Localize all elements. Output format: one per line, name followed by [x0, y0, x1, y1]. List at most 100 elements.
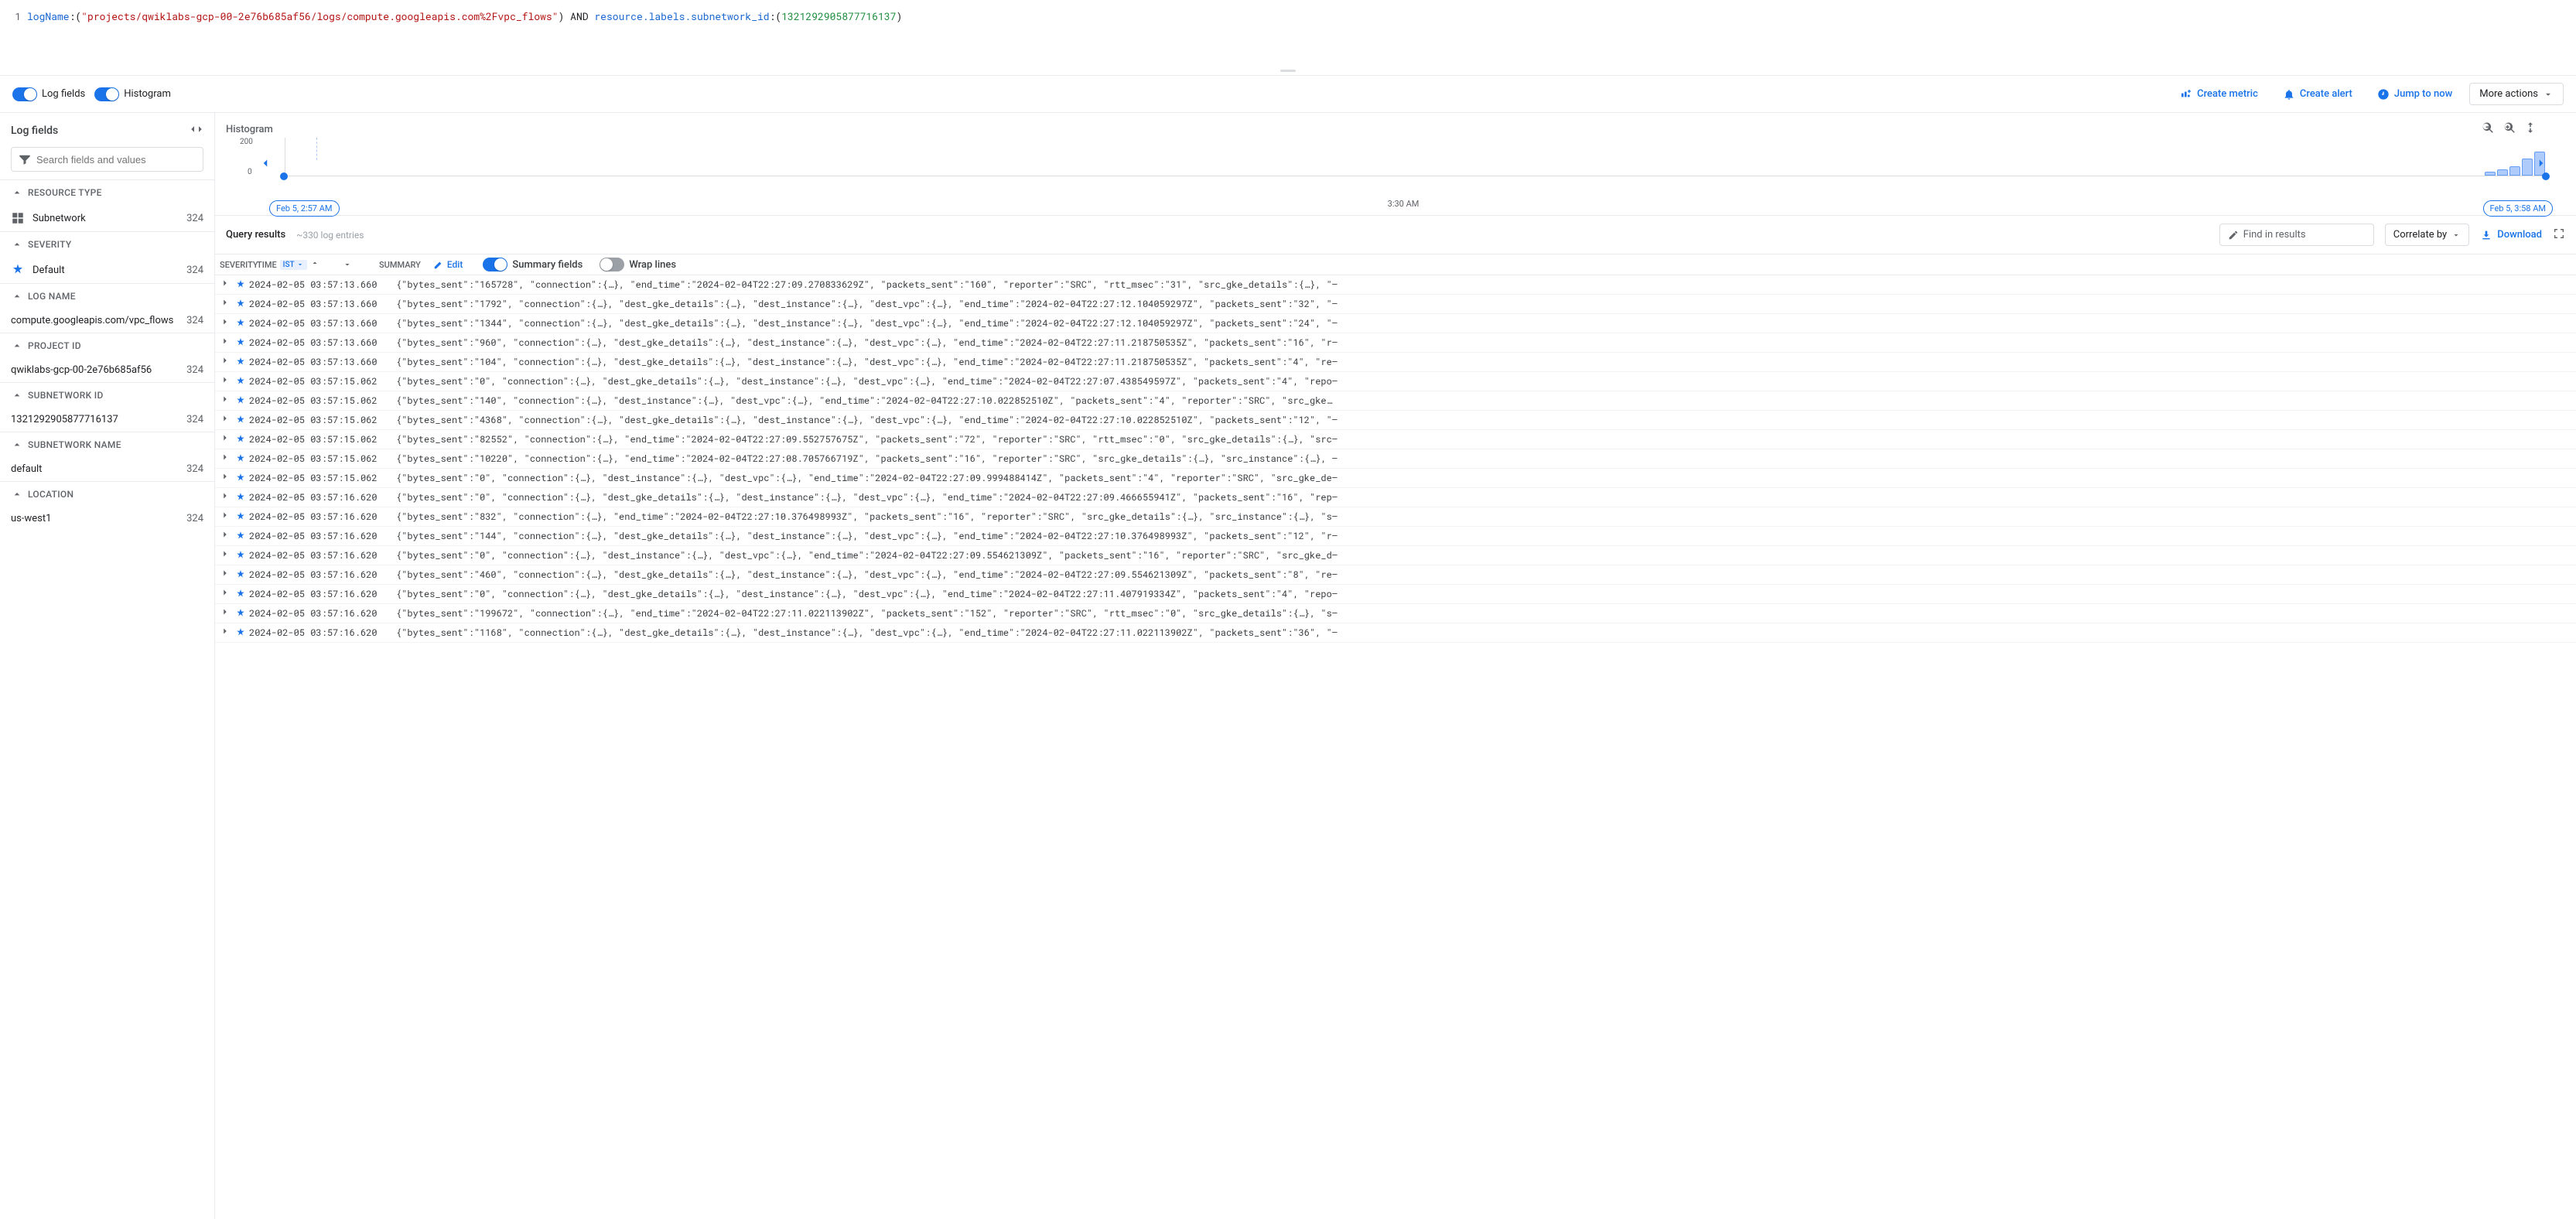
histogram-label: Histogram: [124, 88, 171, 100]
section-header[interactable]: PROJECT ID: [0, 333, 214, 358]
sort-asc-icon[interactable]: [310, 260, 319, 269]
resize-handle[interactable]: [1280, 70, 1296, 72]
log-row[interactable]: 2024-02-05 03:57:13.660{"bytes_sent":"16…: [215, 275, 2576, 295]
search-input[interactable]: [11, 147, 203, 172]
facet-item[interactable]: us-west1324: [0, 507, 214, 531]
histogram-track[interactable]: [285, 138, 2545, 176]
histogram-bar[interactable]: [2485, 172, 2496, 176]
next-range-button[interactable]: [2534, 156, 2548, 173]
expand-row-icon[interactable]: [220, 394, 232, 408]
expand-row-icon[interactable]: [220, 374, 232, 388]
expand-row-icon[interactable]: [220, 452, 232, 466]
severity-icon: [232, 415, 249, 425]
facet-item[interactable]: Default324: [0, 257, 214, 283]
query-text[interactable]: logName:("projects/qwiklabs-gcp-00-2e76b…: [27, 0, 902, 32]
wrap-lines-toggle[interactable]: Wrap lines: [600, 258, 676, 271]
create-metric-button[interactable]: Create metric: [2172, 84, 2266, 105]
col-summary[interactable]: SUMMARY: [379, 260, 421, 270]
create-alert-button[interactable]: Create alert: [2275, 84, 2360, 105]
section-header[interactable]: SUBNETWORK NAME: [0, 432, 214, 457]
section-header[interactable]: LOG NAME: [0, 284, 214, 309]
expand-row-icon[interactable]: [220, 587, 232, 601]
expand-row-icon[interactable]: [220, 297, 232, 311]
section-header[interactable]: LOCATION: [0, 482, 214, 507]
expand-row-icon[interactable]: [220, 490, 232, 504]
expand-row-icon[interactable]: [220, 606, 232, 620]
histogram-bar[interactable]: [2522, 159, 2533, 176]
more-actions-button[interactable]: More actions: [2469, 83, 2564, 105]
search-field[interactable]: [36, 154, 196, 166]
log-row[interactable]: 2024-02-05 03:57:13.660{"bytes_sent":"17…: [215, 295, 2576, 314]
log-row[interactable]: 2024-02-05 03:57:16.620{"bytes_sent":"83…: [215, 507, 2576, 527]
find-in-results[interactable]: Find in results: [2219, 224, 2374, 246]
log-summary: {"bytes_sent":"140", "connection":{…}, "…: [396, 394, 2565, 407]
log-row[interactable]: 2024-02-05 03:57:13.660{"bytes_sent":"96…: [215, 333, 2576, 353]
log-row[interactable]: 2024-02-05 03:57:15.062{"bytes_sent":"82…: [215, 430, 2576, 449]
log-row[interactable]: 2024-02-05 03:57:15.062{"bytes_sent":"14…: [215, 391, 2576, 411]
histogram-bar[interactable]: [2497, 169, 2508, 176]
histogram-bar[interactable]: [2509, 166, 2520, 176]
section-header[interactable]: SUBNETWORK ID: [0, 383, 214, 408]
facet-item[interactable]: compute.googleapis.com/vpc_flows324: [0, 309, 214, 333]
results-title: Query results: [226, 229, 285, 241]
expand-row-icon[interactable]: [220, 510, 232, 524]
log-row[interactable]: 2024-02-05 03:57:16.620{"bytes_sent":"14…: [215, 527, 2576, 546]
log-row[interactable]: 2024-02-05 03:57:15.062{"bytes_sent":"0"…: [215, 372, 2576, 391]
expand-row-icon[interactable]: [220, 529, 232, 543]
expand-row-icon[interactable]: [220, 432, 232, 446]
jump-to-now-button[interactable]: Jump to now: [2369, 84, 2460, 105]
sort-dropdown-icon[interactable]: [343, 260, 352, 269]
expand-row-icon[interactable]: [220, 548, 232, 562]
log-rows[interactable]: 2024-02-05 03:57:13.660{"bytes_sent":"16…: [215, 275, 2576, 1219]
collapse-expand-icon[interactable]: [190, 122, 203, 139]
log-timestamp: 2024-02-05 03:57:16.620: [249, 491, 396, 504]
expand-row-icon[interactable]: [220, 355, 232, 369]
range-start-chip[interactable]: Feb 5, 2:57 AM: [269, 200, 340, 217]
section-header[interactable]: SEVERITY: [0, 232, 214, 257]
log-fields-toggle[interactable]: Log fields: [12, 87, 85, 101]
log-row[interactable]: 2024-02-05 03:57:16.620{"bytes_sent":"0"…: [215, 585, 2576, 604]
log-row[interactable]: 2024-02-05 03:57:13.660{"bytes_sent":"13…: [215, 314, 2576, 333]
severity-icon: [232, 357, 249, 367]
facet-item[interactable]: qwiklabs-gcp-00-2e76b685af56324: [0, 358, 214, 382]
fullscreen-icon[interactable]: [2553, 227, 2565, 243]
log-row[interactable]: 2024-02-05 03:57:15.062{"bytes_sent":"43…: [215, 411, 2576, 430]
range-handle-start[interactable]: [280, 172, 288, 180]
log-row[interactable]: 2024-02-05 03:57:13.660{"bytes_sent":"10…: [215, 353, 2576, 372]
summary-fields-toggle[interactable]: Summary fields: [483, 258, 583, 271]
expand-vertical-icon[interactable]: [2523, 121, 2537, 138]
log-row[interactable]: 2024-02-05 03:57:16.620{"bytes_sent":"19…: [215, 604, 2576, 623]
download-button[interactable]: Download: [2480, 229, 2542, 241]
col-severity[interactable]: SEVERITY: [220, 260, 251, 270]
zoom-in-icon[interactable]: [2502, 121, 2516, 138]
log-row[interactable]: 2024-02-05 03:57:16.620{"bytes_sent":"0"…: [215, 546, 2576, 565]
expand-row-icon[interactable]: [220, 568, 232, 582]
expand-row-icon[interactable]: [220, 316, 232, 330]
range-handle-end[interactable]: [2542, 172, 2550, 180]
expand-row-icon[interactable]: [220, 626, 232, 640]
expand-row-icon[interactable]: [220, 413, 232, 427]
correlate-by-button[interactable]: Correlate by: [2385, 224, 2469, 246]
col-time[interactable]: TIME IST: [257, 260, 373, 270]
query-bar[interactable]: 1 logName:("projects/qwiklabs-gcp-00-2e7…: [0, 0, 2576, 76]
expand-row-icon[interactable]: [220, 278, 232, 292]
facet-item[interactable]: default324: [0, 457, 214, 481]
facet-item[interactable]: 1321292905877716137324: [0, 408, 214, 432]
log-row[interactable]: 2024-02-05 03:57:16.620{"bytes_sent":"0"…: [215, 488, 2576, 507]
zoom-out-icon[interactable]: [2480, 121, 2494, 138]
log-row[interactable]: 2024-02-05 03:57:15.062{"bytes_sent":"10…: [215, 449, 2576, 469]
alert-icon: [2283, 88, 2295, 101]
severity-icon: [232, 299, 249, 309]
timezone-badge[interactable]: IST: [280, 260, 307, 270]
facet-item[interactable]: Subnetwork324: [0, 205, 214, 231]
expand-row-icon[interactable]: [220, 336, 232, 350]
prev-range-button[interactable]: [258, 156, 272, 173]
edit-button[interactable]: Edit: [433, 259, 463, 270]
log-row[interactable]: 2024-02-05 03:57:15.062{"bytes_sent":"0"…: [215, 469, 2576, 488]
range-end-chip[interactable]: Feb 5, 3:58 AM: [2483, 200, 2554, 217]
log-row[interactable]: 2024-02-05 03:57:16.620{"bytes_sent":"46…: [215, 565, 2576, 585]
log-row[interactable]: 2024-02-05 03:57:16.620{"bytes_sent":"11…: [215, 623, 2576, 643]
histogram-toggle[interactable]: Histogram: [94, 87, 171, 101]
expand-row-icon[interactable]: [220, 471, 232, 485]
section-header[interactable]: RESOURCE TYPE: [0, 180, 214, 205]
